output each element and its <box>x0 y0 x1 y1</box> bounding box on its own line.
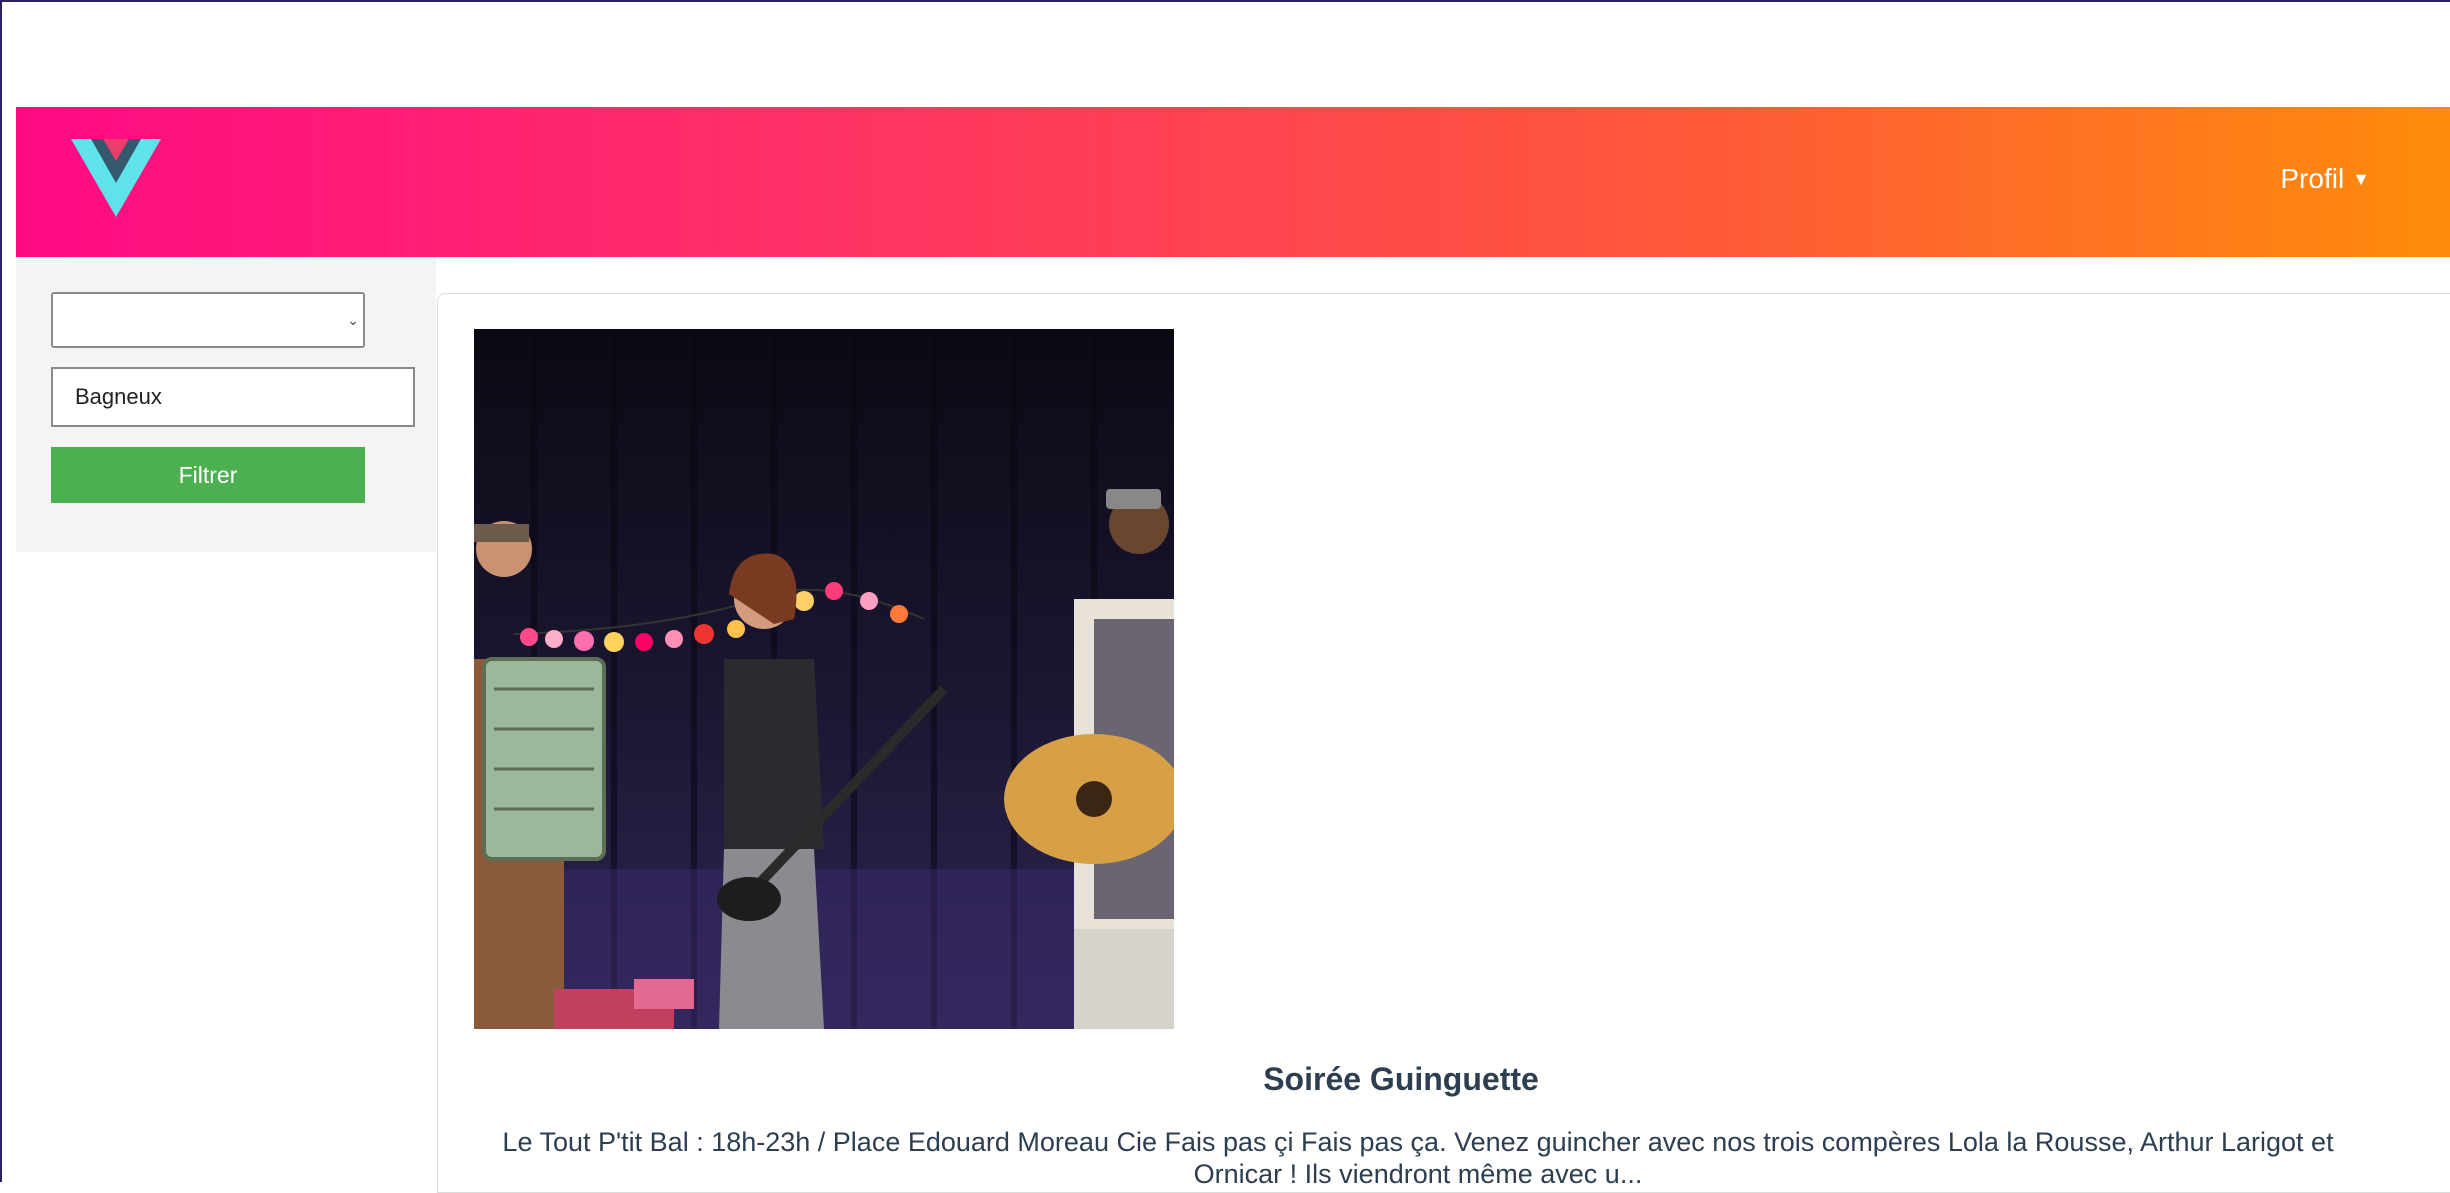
profile-label: Profil <box>2280 163 2345 194</box>
category-select[interactable]: ⌄ <box>51 292 365 348</box>
profile-menu[interactable]: Profil ▼ <box>2280 163 2370 195</box>
city-input[interactable] <box>51 367 415 427</box>
caret-down-icon: ▼ <box>2352 169 2370 189</box>
top-navbar: Profil ▼ <box>16 107 2450 257</box>
filter-sidebar: ⌄ Filtrer <box>16 257 436 552</box>
filter-button[interactable]: Filtrer <box>51 447 365 503</box>
vue-logo-icon[interactable] <box>71 139 161 217</box>
chevron-down-icon: ⌄ <box>347 312 359 328</box>
window-border-top <box>0 0 2450 2</box>
event-card: Soirée Guinguette Le Tout P'tit Bal : 18… <box>437 293 2450 1193</box>
event-photo <box>474 329 1174 1029</box>
band-on-stage-image <box>474 329 1174 1029</box>
event-description: Le Tout P'tit Bal : 18h-23h / Place Edou… <box>502 1127 2334 1189</box>
event-title: Soirée Guinguette <box>1263 1061 1539 1097</box>
window-border-left <box>0 0 2 1182</box>
